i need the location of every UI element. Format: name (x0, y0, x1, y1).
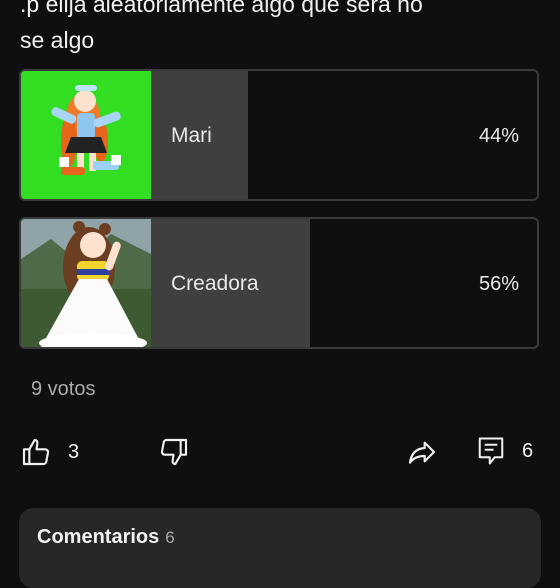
comments-panel[interactable]: Comentarios 6 (19, 508, 541, 588)
comments-title-label: Comentarios (37, 526, 160, 548)
vote-count: 9 votos (31, 378, 96, 400)
poll-option-creadora[interactable]: Creadora 56% (19, 217, 539, 349)
poll-option-percent: 44% (478, 125, 519, 147)
like-count: 3 (68, 440, 80, 463)
poll-option-label: Creadora (171, 272, 259, 295)
option-image-mari (21, 71, 151, 199)
dislike-button[interactable] (158, 436, 190, 468)
post-text-line-1: .p elija aleatoriamente algo que sera no (20, 0, 423, 17)
share-icon (408, 441, 436, 464)
comments-title: Comentarios 6 (37, 526, 175, 549)
comment-icon (478, 437, 504, 465)
post-text: .p elija aleatoriamente algo que sera no… (20, 0, 540, 58)
comment-count: 6 (522, 439, 534, 462)
poll-option-percent: 56% (478, 273, 519, 295)
thumbs-up-icon (22, 438, 50, 466)
thumbs-down-icon (160, 438, 188, 466)
share-button[interactable] (405, 436, 439, 468)
comments-total: 6 (165, 528, 175, 547)
like-button[interactable]: 3 (20, 436, 79, 468)
comments-button[interactable]: 6 (476, 434, 533, 468)
post-text-line-2: se algo (20, 27, 95, 53)
poll-option-mari[interactable]: Mari 44% (19, 69, 539, 201)
poll-option-label: Mari (171, 124, 212, 147)
option-image-creadora (21, 219, 151, 347)
